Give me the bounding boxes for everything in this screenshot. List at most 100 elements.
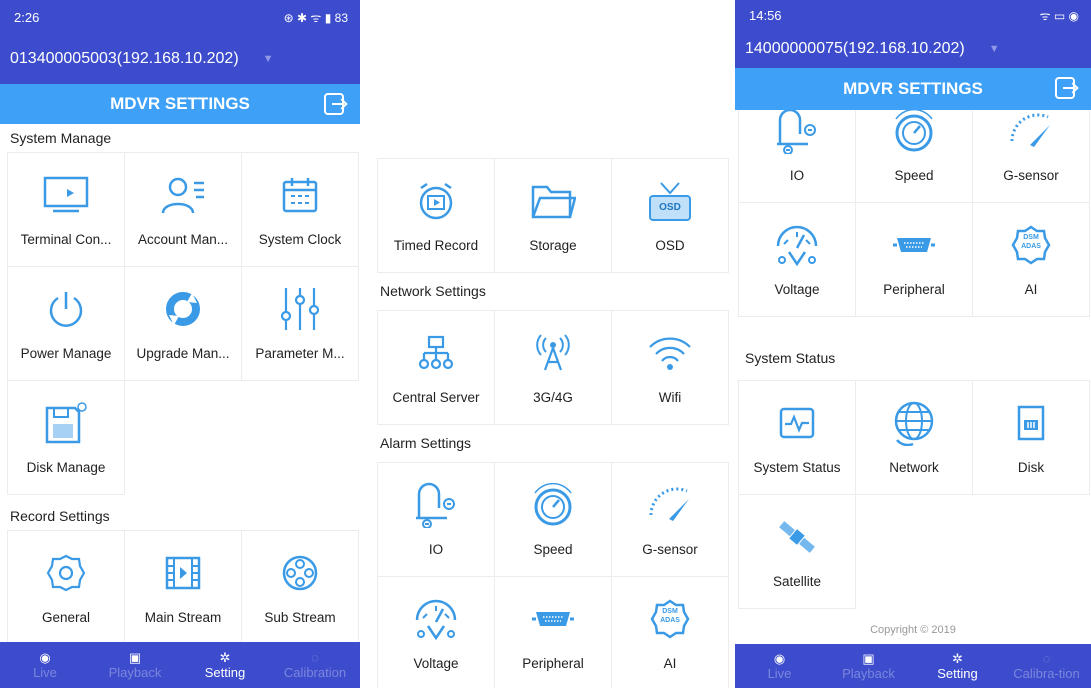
page-title: MDVR SETTINGS xyxy=(110,94,250,113)
tile-label: G-sensor xyxy=(642,542,698,557)
tile-sub-stream[interactable]: Sub Stream xyxy=(241,530,359,645)
tile-peripheral[interactable]: Peripheral xyxy=(494,576,612,688)
bottom-nav: ◉ Live ▣ Playback ✲ Setting ◌ Calibra-tion xyxy=(735,644,1091,688)
tile-storage[interactable]: Storage xyxy=(494,158,612,273)
nav-live[interactable]: ◉ Live xyxy=(0,642,90,688)
tile-disk-manage[interactable]: Disk Manage xyxy=(7,380,125,495)
live-icon: ◉ xyxy=(39,649,51,665)
tile-ai[interactable]: DSM ADAS AI xyxy=(972,202,1090,317)
nav-playback[interactable]: ▣ Playback xyxy=(90,642,180,688)
nav-playback[interactable]: ▣ Playback xyxy=(824,644,913,688)
tile-system-status[interactable]: System Status xyxy=(738,380,856,495)
tile-label: AI xyxy=(1024,282,1038,297)
playback-icon: ▣ xyxy=(128,649,142,665)
page-title-bar: MDVR SETTINGS xyxy=(0,84,360,124)
ai-icon: DSM ADAS xyxy=(647,596,693,642)
status-icons: ⊛ ✱ ᯤ ▮ 83 xyxy=(283,10,348,25)
network-settings-grid: Central Server 3G/4G Wifi xyxy=(370,310,730,425)
tv-icon: OSD xyxy=(647,178,693,224)
alarm-settings-grid: IO Speed G-sensor Voltage Peripheral DSM… xyxy=(735,110,1091,317)
tile-label: 3G/4G xyxy=(533,390,573,405)
tile-label: Speed xyxy=(894,168,934,183)
tile-wifi[interactable]: Wifi xyxy=(611,310,729,425)
tile-label: Voltage xyxy=(413,656,459,671)
device-selector[interactable]: 14000000075(192.168.10.202) ▼ xyxy=(735,30,1091,68)
tile-general[interactable]: General xyxy=(7,530,125,645)
screen-record-network-alarm: Timed Record Storage OSD OSD Network Set… xyxy=(370,0,730,688)
tile-osd[interactable]: OSD OSD xyxy=(611,158,729,273)
tile-label: Satellite xyxy=(772,574,822,589)
tile-speed[interactable]: Speed xyxy=(855,110,973,203)
ai-badge: DSM ADAS xyxy=(660,608,680,624)
tile-satellite[interactable]: Satellite xyxy=(738,494,856,609)
tile-3g-4g[interactable]: 3G/4G xyxy=(494,310,612,425)
logout-icon[interactable] xyxy=(324,93,344,115)
calibration-icon: ◌ xyxy=(1042,650,1051,666)
tile-io[interactable]: IO xyxy=(738,110,856,203)
satellite-icon xyxy=(774,514,820,560)
tile-label: Speed xyxy=(533,542,573,557)
tile-ai[interactable]: DSM ADAS AI xyxy=(611,576,729,688)
speed-icon xyxy=(891,110,937,154)
account-icon xyxy=(160,172,206,218)
status-bar: 14:56 ᯤ ▭ ◉ xyxy=(735,0,1091,30)
folder-icon xyxy=(530,178,576,224)
antenna-icon xyxy=(530,330,576,376)
io-icon xyxy=(413,482,459,528)
tile-terminal-config[interactable]: Terminal Con... xyxy=(7,152,125,267)
calendar-icon xyxy=(277,172,323,218)
page-title: MDVR SETTINGS xyxy=(843,79,983,98)
logout-icon[interactable] xyxy=(1055,77,1075,99)
tile-power-manage[interactable]: Power Manage xyxy=(7,266,125,381)
tile-label: G-sensor xyxy=(1003,168,1059,183)
tile-label: Terminal Con... xyxy=(20,232,112,247)
tile-label: IO xyxy=(789,168,805,183)
tile-label: Main Stream xyxy=(144,610,222,625)
calibration-icon: ◌ xyxy=(311,649,319,665)
tile-label: Account Man... xyxy=(137,232,229,247)
tile-central-server[interactable]: Central Server xyxy=(377,310,495,425)
playback-icon: ▣ xyxy=(862,650,875,666)
tile-main-stream[interactable]: Main Stream xyxy=(124,530,242,645)
gear-icon: ✲ xyxy=(219,649,231,665)
nav-setting[interactable]: ✲ Setting xyxy=(913,644,1002,688)
section-title-system-manage: System Manage xyxy=(10,130,112,146)
power-icon xyxy=(43,286,89,332)
peripheral-icon xyxy=(891,222,937,268)
tile-voltage[interactable]: Voltage xyxy=(377,576,495,688)
nav-setting[interactable]: ✲ Setting xyxy=(180,642,270,688)
nav-calibration[interactable]: ◌ Calibra-tion xyxy=(1002,644,1091,688)
tile-label: System Clock xyxy=(258,232,342,247)
device-id: 14000000075(192.168.10.202) xyxy=(745,40,965,57)
tile-timed-record[interactable]: Timed Record xyxy=(377,158,495,273)
tile-speed[interactable]: Speed xyxy=(494,462,612,577)
globe-icon xyxy=(891,400,937,446)
tile-g-sensor[interactable]: G-sensor xyxy=(972,110,1090,203)
tile-label: System Status xyxy=(753,460,841,475)
tile-label: Storage xyxy=(529,238,577,253)
copyright: Copyright © 2019 xyxy=(870,624,956,636)
tile-account-manage[interactable]: Account Man... xyxy=(124,152,242,267)
tile-label: Timed Record xyxy=(393,238,479,253)
tile-upgrade-manage[interactable]: Upgrade Man... xyxy=(124,266,242,381)
sdcard-icon xyxy=(1008,400,1054,446)
gear-icon xyxy=(43,550,89,596)
tile-voltage[interactable]: Voltage xyxy=(738,202,856,317)
peripheral-icon xyxy=(530,596,576,642)
tile-system-clock[interactable]: System Clock xyxy=(241,152,359,267)
tile-g-sensor[interactable]: G-sensor xyxy=(611,462,729,577)
tile-label: General xyxy=(41,610,91,625)
tile-disk[interactable]: Disk xyxy=(972,380,1090,495)
record-settings-grid: General Main Stream Sub Stream xyxy=(0,530,360,645)
monitor-icon xyxy=(43,172,89,218)
device-selector[interactable]: 013400005003(192.168.10.202) ▼ xyxy=(0,34,360,84)
tile-parameter-manage[interactable]: Parameter M... xyxy=(241,266,359,381)
bottom-nav: ◉ Live ▣ Playback ✲ Setting ◌ Calibration xyxy=(0,642,360,688)
status-icons: ᯤ ▭ ◉ xyxy=(1039,8,1079,23)
nav-live[interactable]: ◉ Live xyxy=(735,644,824,688)
tile-network[interactable]: Network xyxy=(855,380,973,495)
nav-calibration[interactable]: ◌ Calibration xyxy=(270,642,360,688)
page-title-bar: MDVR SETTINGS xyxy=(735,68,1091,110)
tile-io[interactable]: IO xyxy=(377,462,495,577)
tile-peripheral[interactable]: Peripheral xyxy=(855,202,973,317)
